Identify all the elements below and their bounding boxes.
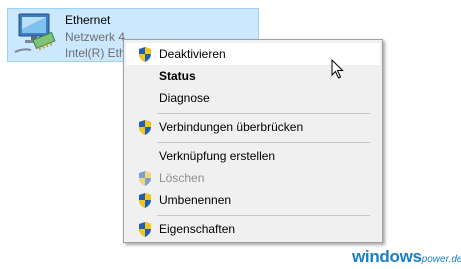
menu-item-label: Deaktivieren <box>159 47 226 61</box>
menu-item-label: Eigenschaften <box>159 222 236 236</box>
menu-item-label: Umbenennen <box>159 193 232 207</box>
watermark-logo: windowspower.de <box>352 247 461 267</box>
menu-item-diagnose[interactable]: Diagnose <box>126 87 380 109</box>
adapter-name: Ethernet <box>65 13 111 27</box>
menu-item-umbenennen[interactable]: Umbenennen <box>126 189 380 211</box>
menu-item-label: Verbindungen überbrücken <box>159 120 304 134</box>
uac-shield-icon <box>139 47 151 62</box>
menu-item-label: Diagnose <box>159 91 210 105</box>
uac-shield-icon <box>139 193 151 208</box>
mouse-cursor-icon <box>331 59 344 79</box>
menu-separator <box>157 113 370 114</box>
menu-item-label: Löschen <box>159 171 205 185</box>
uac-shield-icon <box>139 222 151 237</box>
menu-separator <box>157 215 370 216</box>
menu-item-loeschen: Löschen <box>126 167 380 189</box>
uac-shield-icon <box>139 171 151 186</box>
menu-separator <box>157 142 370 143</box>
watermark-sub: power.de <box>421 254 461 265</box>
watermark-main: windows <box>352 247 422 266</box>
menu-item-label: Verknüpfung erstellen <box>159 149 276 163</box>
network-adapter-icon <box>14 13 56 53</box>
menu-item-eigenschaften[interactable]: Eigenschaften <box>126 218 380 240</box>
adapter-network: Netzwerk 4 <box>65 30 126 44</box>
uac-shield-icon <box>139 120 151 135</box>
menu-item-verknuepfung-erstellen[interactable]: Verknüpfung erstellen <box>126 145 380 167</box>
menu-item-verbindungen-ueberbruecken[interactable]: Verbindungen überbrücken <box>126 116 380 138</box>
menu-item-label: Status <box>159 69 196 83</box>
